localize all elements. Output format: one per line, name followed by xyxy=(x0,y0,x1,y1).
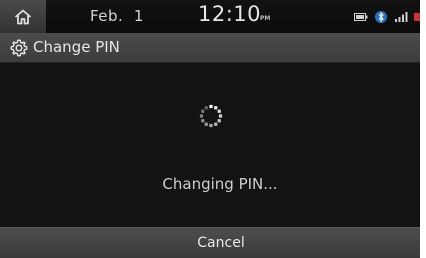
spinner-dot xyxy=(217,119,221,123)
spinner-dot xyxy=(209,123,213,128)
spinner-dot xyxy=(201,119,205,123)
cancel-button[interactable]: Cancel xyxy=(0,227,420,258)
screen: Feb. 1 12:10 PM Change PIN Changing PIN.… xyxy=(0,0,420,258)
spinner-dot xyxy=(214,106,218,110)
home-icon xyxy=(14,9,32,24)
spinner-dot xyxy=(218,114,223,118)
home-button[interactable] xyxy=(0,0,46,33)
signal-icon xyxy=(394,11,408,23)
spinner-dot xyxy=(204,106,208,110)
spinner-dot xyxy=(204,122,208,126)
spinner-dot xyxy=(209,104,213,109)
mute-icon xyxy=(414,11,420,23)
status-ampm: PM xyxy=(260,15,271,22)
status-message: Changing PIN... xyxy=(162,175,278,193)
title-bar: Change PIN xyxy=(0,33,420,63)
status-indicators xyxy=(348,10,420,24)
bluetooth-icon xyxy=(374,10,388,24)
status-bar: Feb. 1 12:10 PM xyxy=(0,0,420,33)
page-title: Change PIN xyxy=(33,38,120,56)
spinner-dot xyxy=(201,109,205,113)
gear-icon xyxy=(10,39,28,57)
status-clock: 12:10 xyxy=(198,2,262,26)
status-date: Feb. 1 xyxy=(90,7,144,25)
spinner-dot xyxy=(199,114,204,118)
main-content: Changing PIN... xyxy=(0,63,420,227)
battery-icon xyxy=(354,12,368,22)
spinner-dot xyxy=(214,122,218,126)
spinner-dot xyxy=(217,109,221,113)
loading-spinner-icon xyxy=(199,104,223,128)
